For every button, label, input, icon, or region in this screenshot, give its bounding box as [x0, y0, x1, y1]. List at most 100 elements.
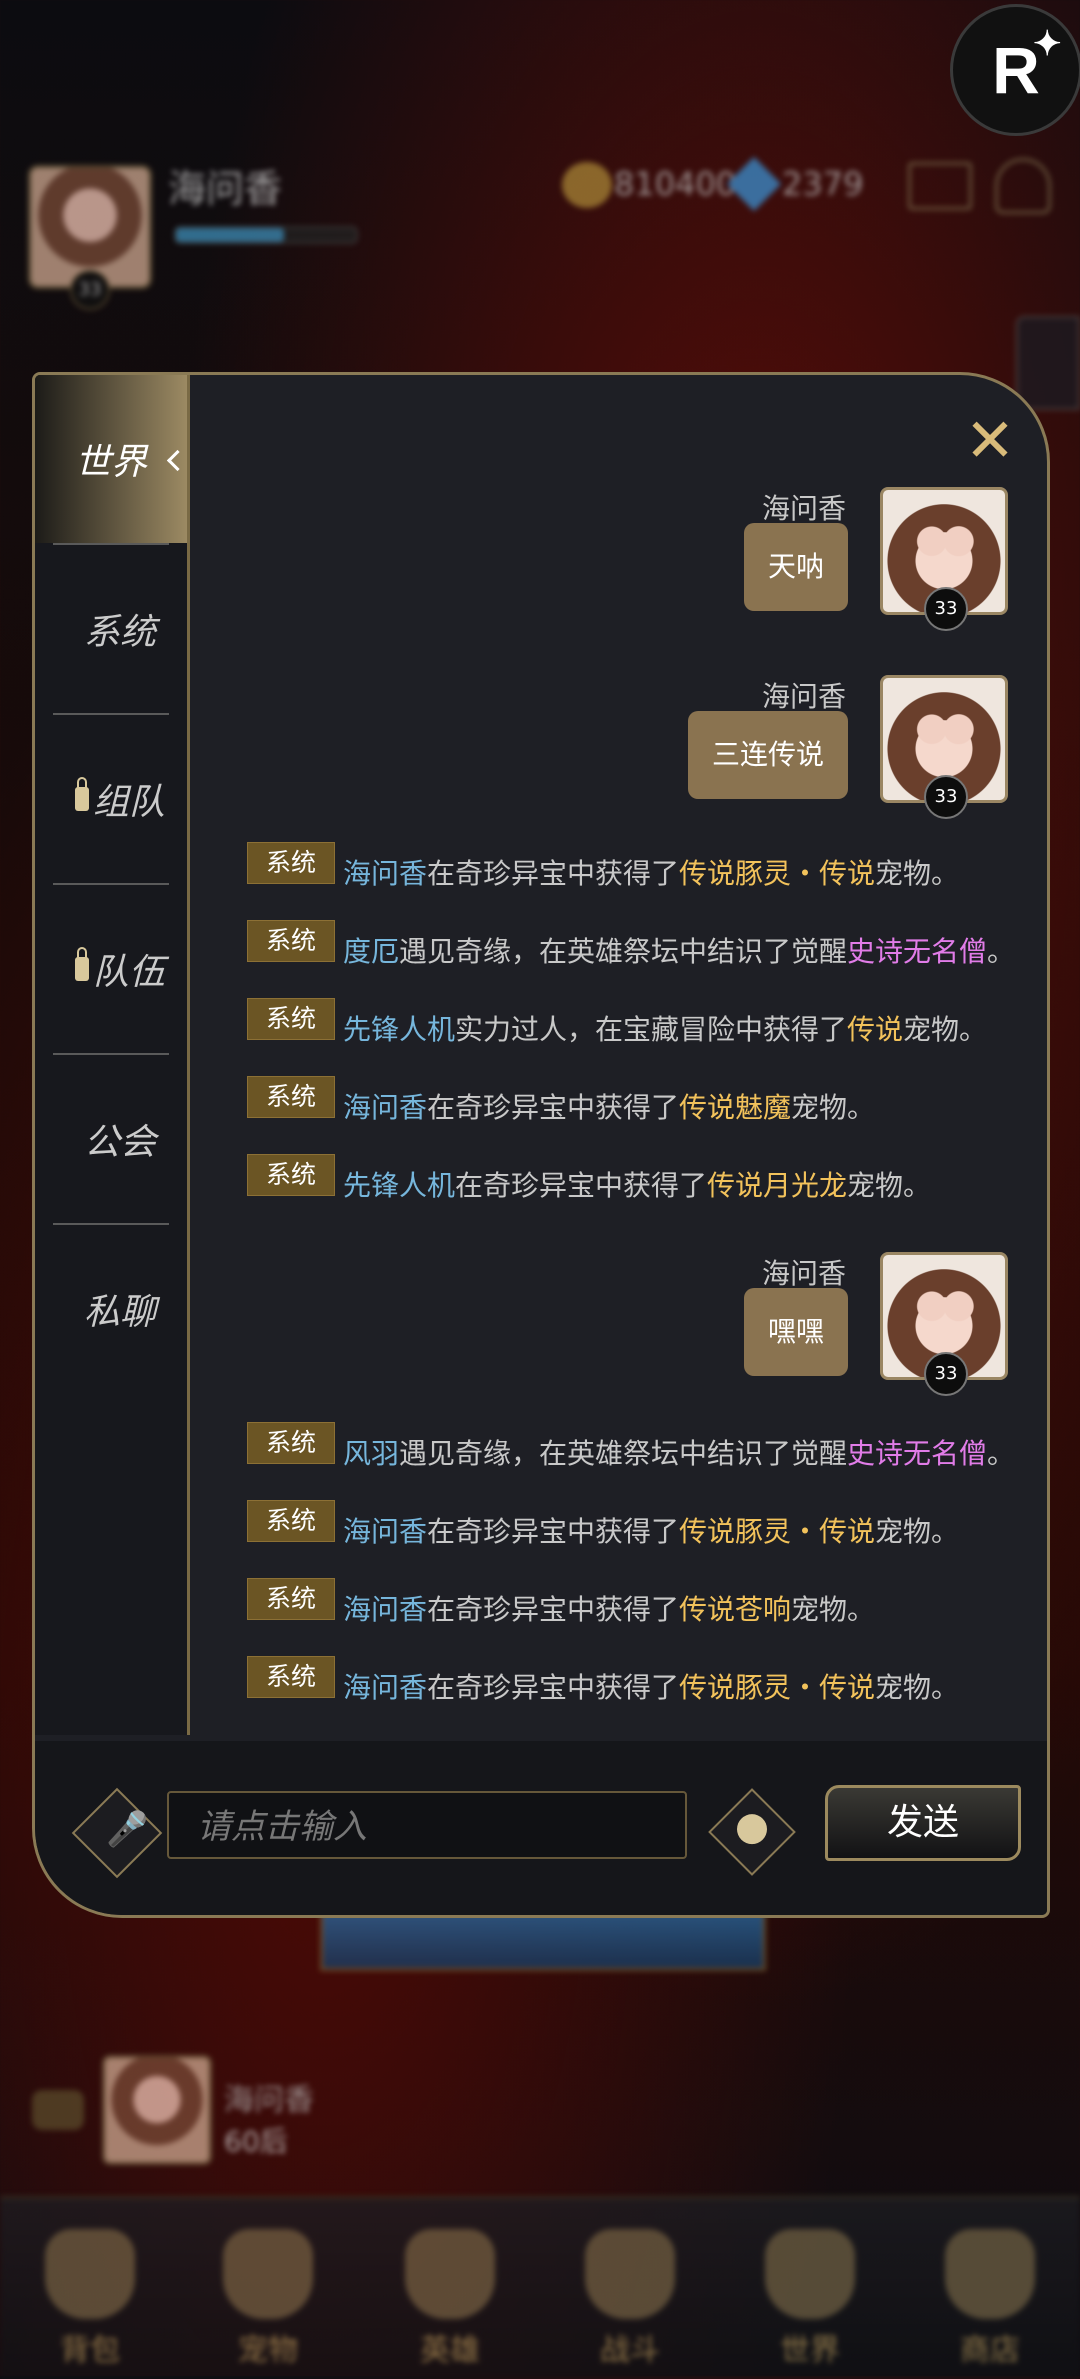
mini-player-sub: 60后	[224, 2125, 288, 2158]
close-button[interactable]: ✕	[960, 411, 1020, 471]
tab-private[interactable]: 私聊	[53, 1225, 187, 1393]
message-bubble[interactable]: 嘿嘿	[743, 1288, 848, 1376]
message-text: 实力过人，在宝藏冒险中获得了	[455, 1013, 848, 1046]
voice-button[interactable]: 🎤	[71, 1787, 163, 1879]
player-link[interactable]: 度厄	[343, 935, 399, 968]
nav-world[interactable]: 世界	[735, 2229, 885, 2369]
tab-world-label: 世界	[74, 442, 147, 483]
paw-icon	[223, 2229, 313, 2319]
sender-level: 33	[924, 1352, 968, 1396]
system-badge: 系统	[247, 842, 335, 884]
tab-team-label: 组队	[92, 782, 165, 823]
side-panel-tab[interactable]	[1016, 316, 1080, 410]
system-badge: 系统	[247, 1500, 335, 1542]
item-name[interactable]: 传说	[847, 1013, 903, 1046]
message-list: 海问香 天呐 33 海问香 三连传说 33 系统 海问香在奇珍异宝中获得了传说豚灵…	[190, 487, 1042, 1735]
message-text: 宠物。	[791, 1593, 876, 1626]
self-message: 海问香 三连传说 33	[416, 675, 1016, 819]
hero-name[interactable]: 史诗无名僧	[847, 935, 987, 968]
player-link[interactable]: 风羽	[343, 1437, 399, 1470]
player-link[interactable]: 先锋人机	[343, 1169, 455, 1202]
player-link[interactable]: 海问香	[343, 1515, 427, 1548]
tab-team[interactable]: 组队	[53, 715, 187, 883]
gold-amount: 810400	[614, 165, 737, 203]
message-text: 在奇珍异宝中获得了	[455, 1169, 708, 1202]
player-link[interactable]: 海问香	[343, 1593, 427, 1626]
friends-icon[interactable]	[995, 158, 1051, 214]
microphone-icon: 🎤	[106, 1809, 149, 1850]
gem-amount: 2379	[782, 165, 864, 203]
channel-tabs: 世界 系统 组队 队伍 公会 私聊	[35, 375, 190, 1735]
message-text: 宠物。	[875, 1515, 960, 1548]
message-bubble[interactable]: 天呐	[743, 523, 848, 611]
item-name[interactable]: 传说豚灵・传说	[679, 1671, 875, 1704]
item-name[interactable]: 传说豚灵・传说	[679, 1515, 875, 1548]
message-text: 遇见奇缘，在英雄祭坛中结识了觉醒	[399, 935, 848, 968]
player-link[interactable]: 海问香	[343, 1091, 427, 1124]
player-link[interactable]: 海问香	[343, 1671, 427, 1704]
chat-dialog: 世界 系统 组队 队伍 公会 私聊 ✕ 海问香 天呐 33 海问香 三连传说 3…	[32, 372, 1050, 1918]
system-message: 系统 风羽遇见奇缘，在英雄祭坛中结识了觉醒史诗无名僧。	[247, 1422, 1027, 1478]
emoji-button[interactable]	[708, 1788, 796, 1876]
nav-hero[interactable]: 英雄	[375, 2229, 525, 2369]
lock-icon	[74, 777, 89, 811]
xp-bar	[174, 226, 358, 244]
tab-world[interactable]: 世界	[35, 375, 187, 543]
hero-name[interactable]: 史诗无名僧	[847, 1437, 987, 1470]
tab-squad[interactable]: 队伍	[53, 885, 187, 1053]
mini-player-avatar[interactable]	[102, 2055, 212, 2165]
chat-input-bar: 🎤 请点击输入 发送	[35, 1741, 1047, 1915]
self-message: 海问香 天呐 33	[416, 487, 1016, 631]
hero-icon	[405, 2229, 495, 2319]
message-text: 在奇珍异宝中获得了	[427, 857, 680, 890]
close-icon: ✕	[964, 406, 1016, 476]
player-name: 海问香	[168, 167, 283, 211]
sender-level: 33	[924, 587, 968, 631]
message-text: 宠物。	[791, 1091, 876, 1124]
self-message: 海问香 嘿嘿 33	[416, 1252, 1016, 1396]
item-name[interactable]: 传说豚灵・传说	[679, 857, 875, 890]
send-button[interactable]: 发送	[825, 1785, 1021, 1861]
player-link[interactable]: 先锋人机	[343, 1013, 455, 1046]
message-text: 宠物。	[875, 1671, 960, 1704]
message-bubble[interactable]: 三连传说	[687, 711, 848, 799]
message-text: 宠物。	[875, 857, 960, 890]
world-icon	[765, 2229, 855, 2319]
chat-bubble-icon[interactable]	[32, 2090, 84, 2130]
message-text: 在奇珍异宝中获得了	[427, 1593, 680, 1626]
sender-name: 海问香	[761, 680, 846, 713]
tab-system[interactable]: 系统	[53, 545, 187, 713]
tab-guild[interactable]: 公会	[53, 1055, 187, 1223]
item-name[interactable]: 传说月光龙	[707, 1169, 847, 1202]
nav-battle[interactable]: 战斗	[555, 2229, 705, 2369]
chat-input[interactable]: 请点击输入	[167, 1791, 687, 1859]
nav-shop[interactable]: 商店	[915, 2229, 1065, 2369]
tab-guild-label: 公会	[83, 1122, 156, 1163]
gold-coin-icon	[562, 162, 612, 208]
lock-icon	[74, 947, 89, 981]
message-text: 遇见奇缘，在英雄祭坛中结识了觉醒	[399, 1437, 848, 1470]
shop-icon	[945, 2229, 1035, 2319]
message-text: 宠物。	[847, 1169, 932, 1202]
system-message: 系统 度厄遇见奇缘，在英雄祭坛中结识了觉醒史诗无名僧。	[247, 920, 1027, 976]
mini-player-name: 海问香	[224, 2083, 314, 2118]
mail-icon[interactable]	[908, 162, 972, 210]
sparkle-icon: ✦	[1033, 25, 1062, 63]
player-link[interactable]: 海问香	[343, 857, 427, 890]
player-level: 33	[70, 270, 110, 310]
system-message: 系统 海问香在奇珍异宝中获得了传说魅魔宠物。	[247, 1076, 1027, 1132]
overlay-app-badge[interactable]: R ✦	[950, 4, 1080, 136]
tab-system-label: 系统	[83, 612, 156, 653]
system-badge: 系统	[247, 1656, 335, 1698]
system-badge: 系统	[247, 920, 335, 962]
item-name[interactable]: 传说魅魔	[679, 1091, 791, 1124]
nav-pet[interactable]: 宠物	[193, 2229, 343, 2369]
item-name[interactable]: 传说苍响	[679, 1593, 791, 1626]
system-message: 系统 先锋人机实力过人，在宝藏冒险中获得了传说宠物。	[247, 998, 1027, 1054]
system-badge: 系统	[247, 1154, 335, 1196]
tab-private-label: 私聊	[83, 1292, 156, 1333]
backpack-icon	[45, 2229, 135, 2319]
nav-backpack[interactable]: 背包	[15, 2229, 165, 2369]
message-text: 在奇珍异宝中获得了	[427, 1515, 680, 1548]
bottom-nav: 背包 宠物 英雄 战斗 世界 商店	[0, 2196, 1080, 2379]
